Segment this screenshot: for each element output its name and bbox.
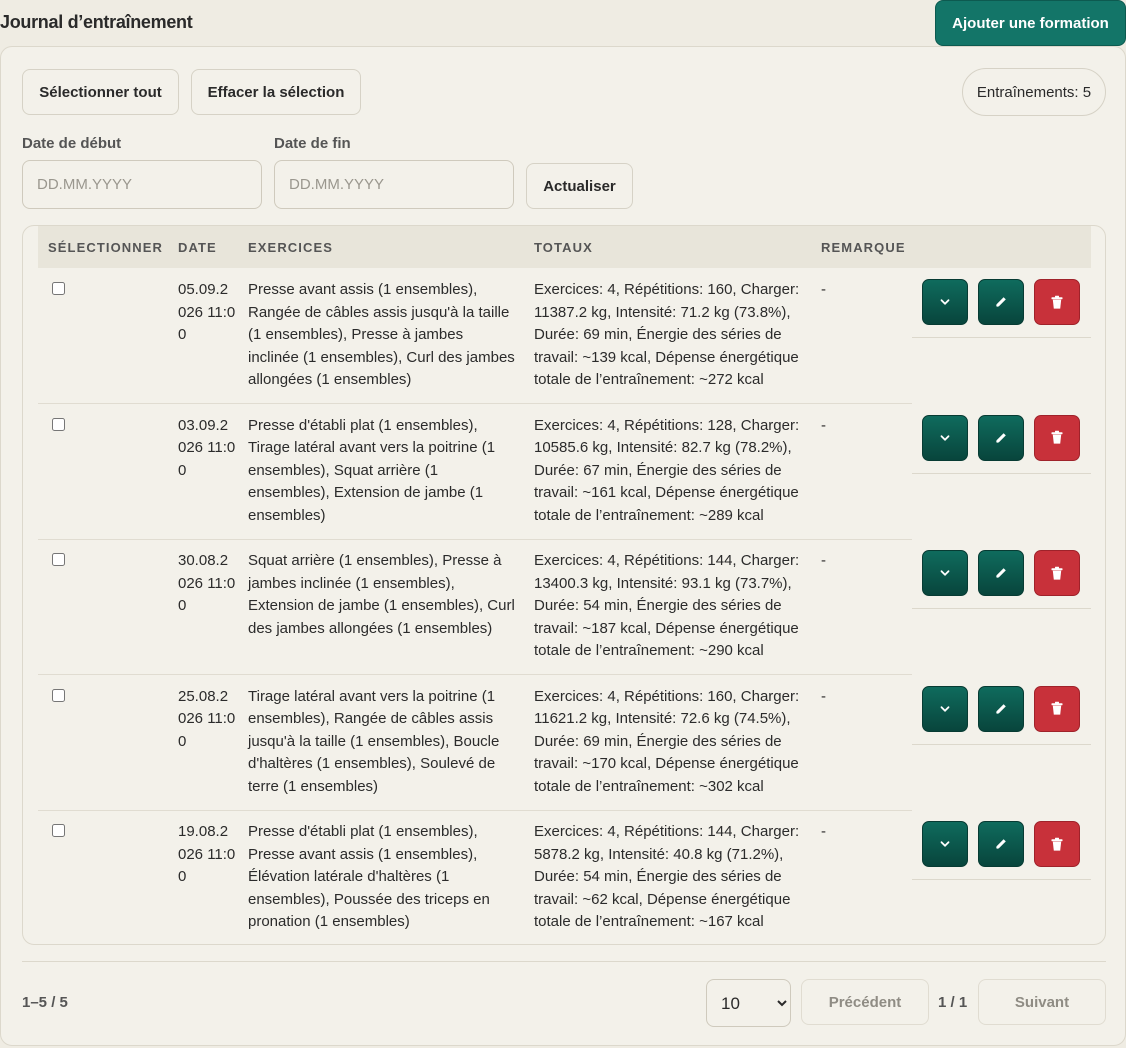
table-row: 25.08.2026 11:00 Tirage latéral avant ver… — [38, 675, 1091, 811]
end-date-input[interactable] — [274, 160, 514, 209]
chevron-down-icon — [939, 432, 951, 444]
row-actions — [912, 268, 1091, 338]
delete-row-button[interactable] — [1034, 685, 1080, 732]
workouts-table: SÉLECTIONNER DATE EXERCICES TOTAUX REMAR… — [22, 225, 1106, 945]
row-select-checkbox[interactable] — [52, 282, 65, 295]
row-date: 25.08.2026 11:00 — [178, 687, 236, 750]
column-header-remark: REMARQUE — [821, 240, 906, 255]
row-select-checkbox[interactable] — [52, 553, 65, 566]
chevron-down-icon — [939, 296, 951, 308]
row-totals: Exercices: 4, Répétitions: 144, Charger:… — [534, 552, 800, 660]
row-exercises: Presse avant assis (1 ensembles), Rangée… — [248, 281, 515, 389]
refresh-button[interactable]: Actualiser — [526, 163, 633, 209]
page-size-select[interactable]: 10 — [706, 979, 791, 1027]
footer-divider — [22, 961, 1106, 962]
delete-row-button[interactable] — [1034, 279, 1080, 325]
expand-row-button[interactable] — [922, 414, 968, 461]
previous-page-button[interactable]: Précédent — [801, 979, 929, 1025]
delete-row-button[interactable] — [1034, 550, 1080, 596]
table-row: 03.09.2026 11:00 Presse d'établi plat (1 … — [38, 404, 1091, 540]
pencil-icon — [994, 837, 1008, 851]
row-totals: Exercices: 4, Répétitions: 144, Charger:… — [534, 823, 800, 931]
row-exercises: Presse d'établi plat (1 ensembles), Pres… — [248, 823, 490, 931]
chevron-down-icon — [939, 703, 951, 715]
expand-row-button[interactable] — [922, 821, 968, 867]
next-page-button[interactable]: Suivant — [978, 979, 1106, 1025]
row-actions — [912, 675, 1091, 745]
row-exercises: Presse d'établi plat (1 ensembles), Tira… — [248, 416, 496, 524]
row-date: 03.09.2026 11:00 — [178, 416, 236, 479]
column-header-totals: TOTAUX — [534, 240, 593, 255]
workout-count-badge: Entraînements: 5 — [962, 68, 1106, 116]
delete-row-button[interactable] — [1034, 414, 1080, 461]
start-date-label: Date de début — [22, 135, 122, 152]
column-header-exercises: EXERCICES — [248, 240, 334, 255]
column-header-date: DATE — [178, 240, 217, 255]
add-training-button[interactable]: Ajouter une formation — [935, 0, 1126, 46]
expand-row-button[interactable] — [922, 279, 968, 325]
row-totals: Exercices: 4, Répétitions: 128, Charger:… — [534, 416, 800, 524]
row-remark: - — [821, 687, 826, 705]
table-row: 19.08.2026 11:00 Presse d'établi plat (1 … — [38, 810, 1091, 944]
row-actions — [912, 810, 1091, 880]
row-exercises: Tirage latéral avant vers la poitrine (1… — [248, 687, 500, 795]
trash-icon — [1050, 701, 1064, 716]
delete-row-button[interactable] — [1034, 821, 1080, 867]
trash-icon — [1050, 566, 1064, 581]
edit-row-button[interactable] — [978, 279, 1024, 325]
pencil-icon — [994, 566, 1008, 580]
select-all-button[interactable]: Sélectionner tout — [22, 69, 179, 115]
pencil-icon — [994, 431, 1008, 445]
results-range: 1–5 / 5 — [22, 994, 68, 1011]
pencil-icon — [994, 702, 1008, 716]
table-row: 30.08.2026 11:00 Squat arrière (1 ensembl… — [38, 539, 1091, 675]
chevron-down-icon — [939, 838, 951, 850]
trash-icon — [1050, 295, 1064, 310]
row-remark: - — [821, 281, 826, 298]
end-date-label: Date de fin — [274, 135, 351, 152]
row-totals: Exercices: 4, Répétitions: 160, Charger:… — [534, 281, 800, 389]
row-totals: Exercices: 4, Répétitions: 160, Charger:… — [534, 687, 800, 795]
clear-selection-button[interactable]: Effacer la sélection — [191, 69, 361, 115]
edit-row-button[interactable] — [978, 685, 1024, 732]
page-title: Journal d’entraînement — [0, 12, 193, 32]
row-select-checkbox[interactable] — [52, 824, 65, 837]
row-date: 05.09.2026 11:00 — [178, 281, 236, 344]
start-date-input[interactable] — [22, 160, 262, 209]
page-indicator: 1 / 1 — [938, 994, 968, 1011]
expand-row-button[interactable] — [922, 550, 968, 596]
column-header-select: SÉLECTIONNER — [48, 240, 164, 255]
chevron-down-icon — [939, 567, 951, 579]
row-date: 19.08.2026 11:00 — [178, 823, 236, 886]
table-row: 05.09.2026 11:00 Presse avant assis (1 en… — [38, 268, 1091, 404]
row-actions — [912, 404, 1091, 474]
pencil-icon — [994, 295, 1008, 309]
row-actions — [912, 539, 1091, 609]
edit-row-button[interactable] — [978, 821, 1024, 867]
row-remark: - — [821, 823, 826, 840]
row-select-checkbox[interactable] — [52, 688, 65, 702]
row-date: 30.08.2026 11:00 — [178, 552, 236, 615]
edit-row-button[interactable] — [978, 414, 1024, 461]
trash-icon — [1050, 837, 1064, 852]
trash-icon — [1050, 430, 1064, 445]
row-remark: - — [821, 416, 826, 434]
table-header: SÉLECTIONNER DATE EXERCICES TOTAUX REMAR… — [38, 226, 1091, 268]
row-select-checkbox[interactable] — [52, 417, 65, 431]
main-panel: Sélectionner tout Effacer la sélection E… — [0, 46, 1126, 1046]
top-bar: Journal d’entraînement Ajouter une forma… — [0, 0, 1126, 46]
expand-row-button[interactable] — [922, 685, 968, 732]
row-remark: - — [821, 552, 826, 569]
row-exercises: Squat arrière (1 ensembles), Presse à ja… — [248, 552, 515, 637]
edit-row-button[interactable] — [978, 550, 1024, 596]
